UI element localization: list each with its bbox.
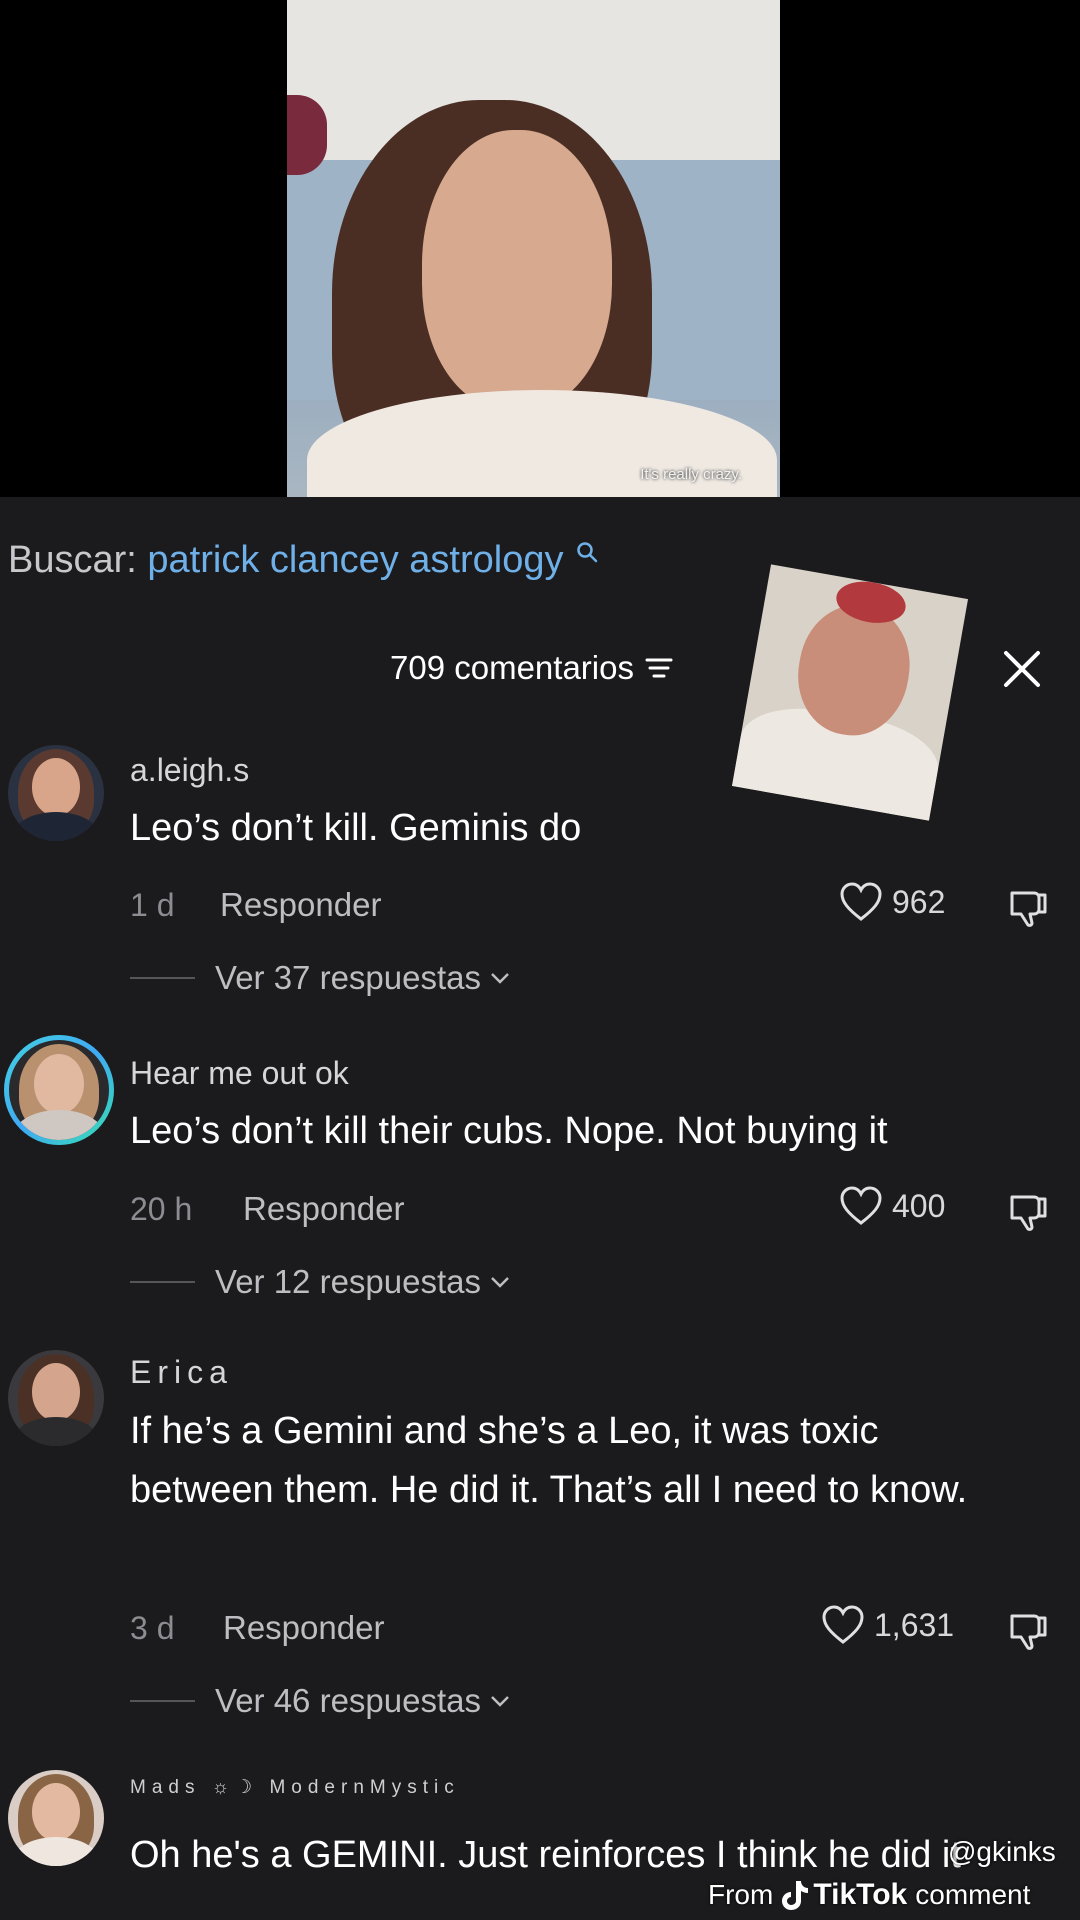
search-prefix: Buscar: (8, 539, 137, 581)
tiktok-note-icon (782, 1881, 809, 1910)
reply-button[interactable]: Responder (223, 1609, 384, 1647)
comment-text: Leo’s don’t kill their cubs. Nope. Not b… (130, 1110, 888, 1152)
avatar[interactable] (8, 1770, 104, 1866)
comment-username[interactable]: Hear me out ok (130, 1055, 349, 1092)
comment-username[interactable]: Mads ☼☽ ModernMystic (130, 1776, 460, 1799)
view-replies-label: Ver 46 respuestas (215, 1682, 481, 1719)
comment-time: 3 d (130, 1610, 175, 1646)
search-suggestion[interactable]: Buscar: patrick clancey astrology (8, 539, 598, 582)
search-icon (577, 542, 598, 563)
view-replies-button[interactable]: Ver 37 respuestas (130, 959, 513, 997)
view-replies-button[interactable]: Ver 12 respuestas (130, 1263, 513, 1301)
close-icon[interactable] (1000, 647, 1044, 691)
reply-button[interactable]: Responder (220, 886, 381, 924)
like-button[interactable]: 400 (838, 1185, 945, 1227)
comment-time: 20 h (130, 1191, 193, 1227)
chevron-down-icon (491, 1696, 509, 1707)
dislike-icon[interactable] (1006, 1608, 1050, 1652)
replies-divider (130, 977, 195, 979)
video-area[interactable]: It's really crazy. (0, 0, 1080, 497)
chevron-down-icon (491, 1277, 509, 1288)
comment-username[interactable]: Erica (130, 1354, 233, 1391)
heart-icon (822, 1605, 864, 1644)
chevron-down-icon (491, 973, 509, 984)
watermark-prefix: From (708, 1879, 774, 1910)
comment-text: Leo’s don’t kill. Geminis do (130, 807, 582, 849)
heart-icon (840, 1186, 882, 1225)
search-query-link[interactable]: patrick clancey astrology (147, 539, 563, 581)
video-person-face (422, 130, 612, 410)
dislike-icon[interactable] (1006, 885, 1050, 929)
avatar-story-ring[interactable] (4, 1035, 114, 1145)
view-replies-label: Ver 12 respuestas (215, 1263, 481, 1300)
avatar[interactable] (8, 1350, 104, 1446)
comments-header: 709 comentarios (390, 649, 674, 687)
replies-divider (130, 1700, 195, 1702)
dislike-icon[interactable] (1006, 1189, 1050, 1233)
filter-icon[interactable] (644, 656, 674, 680)
view-replies-button[interactable]: Ver 46 respuestas (130, 1682, 513, 1720)
video-pillow (287, 95, 327, 175)
tiktok-brand: TikTok (813, 1878, 908, 1911)
like-button[interactable]: 962 (838, 881, 945, 923)
like-button[interactable]: 1,631 (820, 1604, 954, 1646)
comments-count: 709 comentarios (390, 649, 634, 686)
avatar[interactable] (8, 745, 104, 841)
video-caption: It's really crazy. (640, 466, 742, 483)
heart-icon (840, 882, 882, 921)
like-count: 400 (892, 1187, 946, 1224)
view-replies-label: Ver 37 respuestas (215, 959, 481, 996)
comment-time: 1 d (130, 887, 175, 923)
comments-panel: Buscar: patrick clancey astrology 709 co… (0, 497, 1080, 1920)
comment-text: If he’s a Gemini and she’s a Leo, it was… (130, 1410, 968, 1511)
like-count: 962 (892, 883, 946, 920)
comment-text: Oh he's a GEMINI. Just reinforces I thin… (130, 1834, 961, 1876)
video-player[interactable]: It's really crazy. (287, 0, 780, 497)
watermark-suffix: comment (915, 1879, 1031, 1910)
tiktok-watermark: From TikTok comment (708, 1878, 1030, 1912)
creator-handle: @gkinks (948, 1836, 1056, 1867)
reaction-sticker (731, 564, 969, 821)
comment-username[interactable]: a.leigh.s (130, 752, 249, 789)
reply-button[interactable]: Responder (243, 1190, 404, 1228)
tiktok-logo: TikTok (781, 1878, 907, 1912)
like-count: 1,631 (874, 1606, 955, 1643)
replies-divider (130, 1281, 195, 1283)
